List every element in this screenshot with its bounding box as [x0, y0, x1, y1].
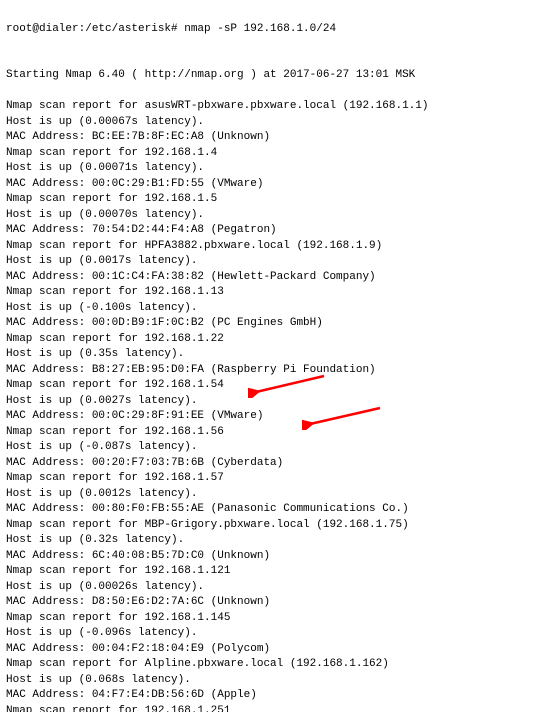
scan-report-line: Nmap scan report for 192.168.1.57	[6, 471, 554, 487]
mac-address-line: MAC Address: 00:0D:B9:1F:0C:B2 (PC Engin…	[6, 316, 554, 332]
mac-address-line: MAC Address: 6C:40:08:B5:7D:C0 (Unknown)	[6, 549, 554, 565]
host-up-line: Host is up (0.0012s latency).	[6, 487, 554, 503]
mac-address-line: MAC Address: BC:EE:7B:8F:EC:A8 (Unknown)	[6, 130, 554, 146]
mac-address-line: MAC Address: 00:1C:C4:FA:38:82 (Hewlett-…	[6, 270, 554, 286]
mac-address-line: MAC Address: D8:50:E6:D2:7A:6C (Unknown)	[6, 595, 554, 611]
host-up-line: Host is up (-0.096s latency).	[6, 626, 554, 642]
scan-report-line: Nmap scan report for MBP-Grigory.pbxware…	[6, 518, 554, 534]
host-up-line: Host is up (0.00071s latency).	[6, 161, 554, 177]
mac-address-line: MAC Address: 70:54:D2:44:F4:A8 (Pegatron…	[6, 223, 554, 239]
host-up-line: Host is up (0.0017s latency).	[6, 254, 554, 270]
host-up-line: Host is up (0.0027s latency).	[6, 394, 554, 410]
scan-report-line: Nmap scan report for 192.168.1.251	[6, 704, 554, 712]
scan-report-line: Nmap scan report for Alpline.pbxware.loc…	[6, 657, 554, 673]
host-up-line: Host is up (0.00070s latency).	[6, 208, 554, 224]
scan-report-line: Nmap scan report for asusWRT-pbxware.pbx…	[6, 99, 554, 115]
host-up-line: Host is up (0.00026s latency).	[6, 580, 554, 596]
scan-report-line: Nmap scan report for 192.168.1.145	[6, 611, 554, 627]
scan-report-line: Nmap scan report for 192.168.1.13	[6, 285, 554, 301]
mac-address-line: MAC Address: 04:F7:E4:DB:56:6D (Apple)	[6, 688, 554, 704]
mac-address-line: MAC Address: 00:0C:29:8F:91:EE (VMware)	[6, 409, 554, 425]
host-up-line: Host is up (-0.087s latency).	[6, 440, 554, 456]
scan-report-line: Nmap scan report for 192.168.1.54	[6, 378, 554, 394]
host-up-line: Host is up (0.35s latency).	[6, 347, 554, 363]
mac-address-line: MAC Address: B8:27:EB:95:D0:FA (Raspberr…	[6, 363, 554, 379]
shell-prompt[interactable]: root@dialer:/etc/asterisk# nmap -sP 192.…	[6, 22, 554, 38]
host-up-line: Host is up (0.32s latency).	[6, 533, 554, 549]
host-up-line: Host is up (0.068s latency).	[6, 673, 554, 689]
scan-report-line: Nmap scan report for 192.168.1.4	[6, 146, 554, 162]
scan-report-line: Nmap scan report for HPFA3882.pbxware.lo…	[6, 239, 554, 255]
mac-address-line: MAC Address: 00:04:F2:18:04:E9 (Polycom)	[6, 642, 554, 658]
nmap-start-line: Starting Nmap 6.40 ( http://nmap.org ) a…	[6, 68, 554, 84]
host-up-line: Host is up (-0.100s latency).	[6, 301, 554, 317]
mac-address-line: MAC Address: 00:0C:29:B1:FD:55 (VMware)	[6, 177, 554, 193]
mac-address-line: MAC Address: 00:80:F0:FB:55:AE (Panasoni…	[6, 502, 554, 518]
scan-report-line: Nmap scan report for 192.168.1.121	[6, 564, 554, 580]
terminal-output: root@dialer:/etc/asterisk# nmap -sP 192.…	[0, 0, 560, 712]
scan-report-line: Nmap scan report for 192.168.1.22	[6, 332, 554, 348]
scan-report-line: Nmap scan report for 192.168.1.56	[6, 425, 554, 441]
scan-report-line: Nmap scan report for 192.168.1.5	[6, 192, 554, 208]
host-up-line: Host is up (0.00067s latency).	[6, 115, 554, 131]
mac-address-line: MAC Address: 00:20:F7:03:7B:6B (Cyberdat…	[6, 456, 554, 472]
